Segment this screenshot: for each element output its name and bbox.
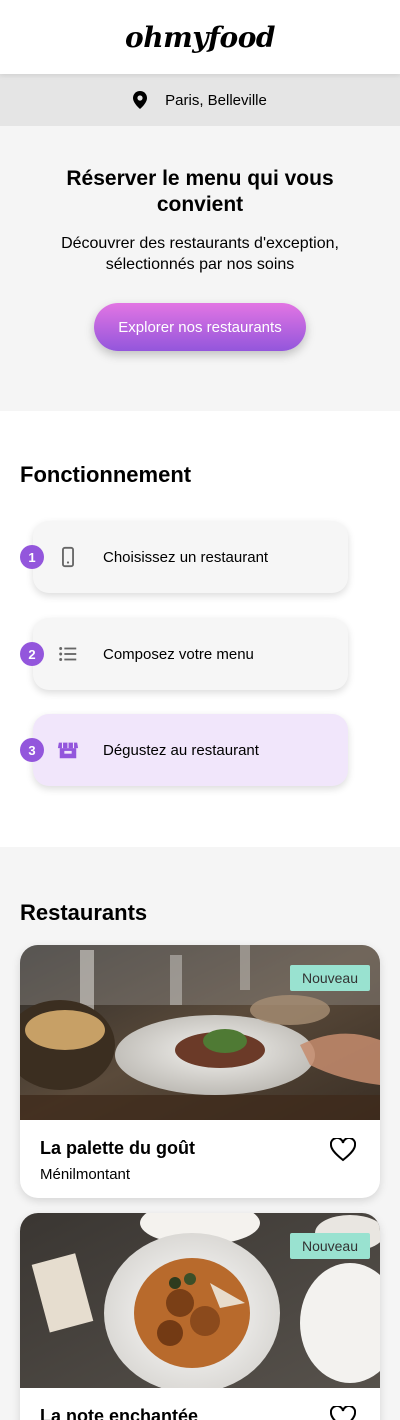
site-header: ohmyfood [0,0,400,74]
step-label: Choisissez un restaurant [103,548,269,566]
step-number-badge: 2 [20,642,44,666]
new-badge: Nouveau [289,1233,370,1259]
ohmyfood-logo[interactable]: ohmyfood [125,21,275,54]
location-label: Paris, Belleville [165,91,267,109]
restaurant-card[interactable]: Nouveau La note enchantée [20,1213,380,1420]
hero-title: Réserver le menu qui vous convient [66,167,334,216]
map-pin-icon [133,91,148,109]
step-enjoy-restaurant[interactable]: Dégustez au restaurant [33,714,348,786]
hero-section: Réserver le menu qui vous convient Décou… [0,126,400,411]
restaurant-area: Ménilmontant [40,1166,131,1183]
step-compose-menu[interactable]: Composez votre menu [33,618,348,690]
heart-icon[interactable] [330,1138,356,1162]
section-title: Restaurants [20,900,148,925]
section-title: Fonctionnement [20,462,192,487]
explore-restaurants-button[interactable]: Explorer nos restaurants [94,303,306,351]
step-label: Composez votre menu [103,645,254,663]
restaurant-card[interactable]: Nouveau La palette du goût Ménilmontant [20,945,380,1198]
heart-icon[interactable] [330,1406,356,1420]
step-label: Dégustez au restaurant [103,741,259,759]
restaurant-name: La note enchantée [40,1406,199,1420]
step-number-badge: 1 [20,545,44,569]
step-choose-restaurant[interactable]: Choisissez un restaurant [33,521,348,593]
hero-subtitle: Découvrer des restaurants d'exception, s… [61,235,339,273]
restaurants-section: Restaurants Nouveau La palette du goût M… [0,847,400,1420]
restaurant-name: La palette du goût [40,1138,195,1158]
new-badge: Nouveau [289,965,370,991]
how-it-works-section: Fonctionnement 1 Choisissez un restauran… [0,411,400,847]
step-number-badge: 3 [20,738,44,762]
location-bar[interactable]: Paris, Belleville [0,74,400,126]
